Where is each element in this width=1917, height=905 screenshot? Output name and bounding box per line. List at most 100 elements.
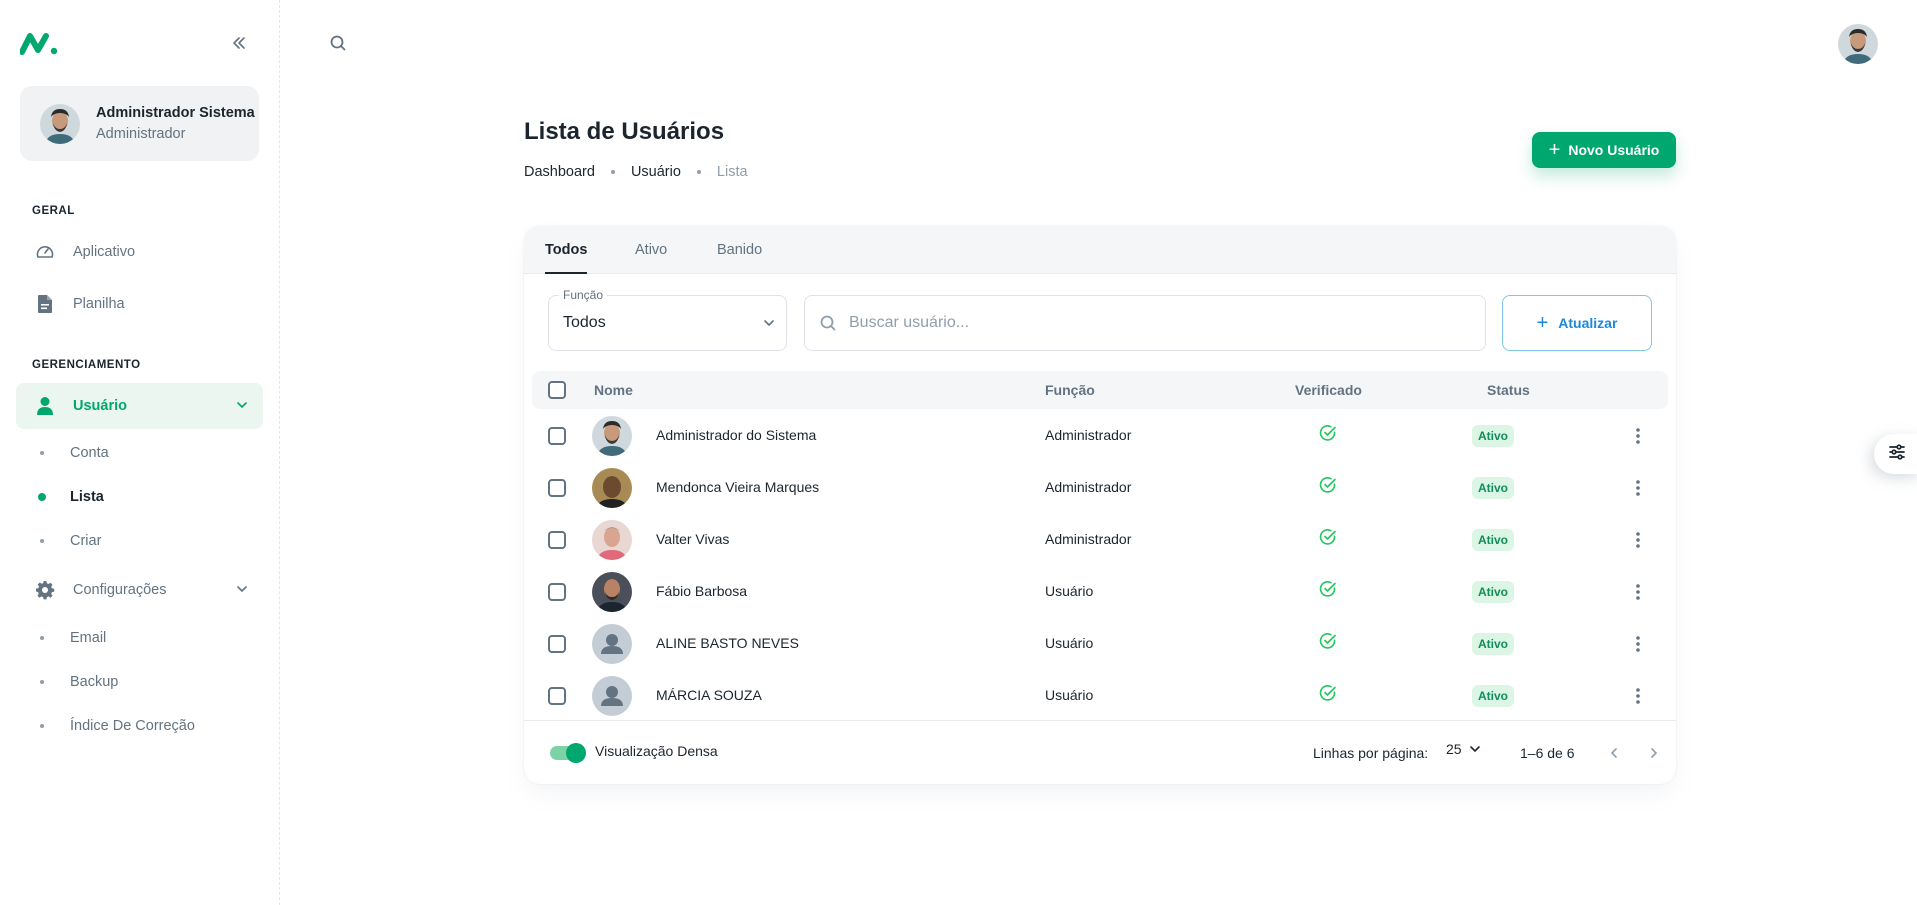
section-title-management: GERENCIAMENTO: [32, 359, 141, 371]
search-icon: [819, 314, 837, 332]
tab-all[interactable]: Todos: [545, 226, 588, 274]
user-role: Usuário: [1045, 583, 1094, 599]
header-status[interactable]: Status: [1487, 382, 1530, 398]
sub-item-list[interactable]: Lista: [16, 477, 263, 517]
header-role[interactable]: Função: [1045, 382, 1095, 398]
account-card[interactable]: Administrador Sistema Administrador: [20, 86, 259, 161]
table-footer: Visualização Densa Linhas por página: 25…: [524, 720, 1676, 784]
settings-drawer-button[interactable]: [1874, 434, 1917, 474]
bullet-dot: [40, 539, 44, 543]
verified-check-icon: [1319, 632, 1337, 655]
row-checkbox[interactable]: [548, 531, 566, 549]
user-name: Mendonca Vieira Marques: [656, 479, 820, 495]
status-badge: Ativo: [1472, 477, 1514, 499]
breadcrumb-list: Lista: [716, 164, 748, 180]
breadcrumb-dashboard[interactable]: Dashboard: [524, 164, 595, 180]
chevron-down-icon: [235, 582, 249, 601]
rows-per-page-select[interactable]: 25: [1446, 741, 1482, 757]
breadcrumb: Dashboard Usuário Lista: [524, 164, 748, 180]
sub-item-account[interactable]: Conta: [16, 433, 263, 473]
user-name: Administrador do Sistema: [656, 427, 817, 443]
user-role: Administrador: [1045, 427, 1132, 443]
user-avatar: [592, 416, 632, 456]
chevron-left-icon[interactable]: [1602, 741, 1626, 765]
search-icon[interactable]: [325, 30, 351, 56]
more-vertical-icon[interactable]: [1624, 474, 1652, 502]
tab-banned[interactable]: Banido: [717, 226, 762, 274]
user-name: Fábio Barbosa: [656, 583, 748, 599]
row-checkbox[interactable]: [548, 427, 566, 445]
status-tabs: Todos Ativo Banido: [524, 226, 1676, 274]
role-filter-legend: Função: [559, 288, 608, 302]
account-name: Administrador Sistema: [96, 105, 255, 121]
sub-label-create: Criar: [70, 533, 102, 549]
plus-icon: +: [1536, 312, 1549, 334]
pagination-range: 1–6 de 6: [1520, 745, 1575, 761]
rows-per-page-value: 25: [1446, 741, 1462, 757]
header-user-avatar[interactable]: [1838, 24, 1878, 64]
user-role: Administrador: [1045, 479, 1132, 495]
chevron-right-icon[interactable]: [1642, 741, 1666, 765]
account-avatar: [40, 103, 80, 144]
bullet-dot-active: [38, 493, 46, 501]
table-row[interactable]: Mendonca Vieira Marques Administrador At…: [532, 462, 1668, 514]
chevron-down-icon: [235, 398, 249, 417]
sidebar: Administrador Sistema Administrador GERA…: [0, 0, 280, 905]
row-checkbox[interactable]: [548, 687, 566, 705]
table-row[interactable]: ALINE BASTO NEVES Usuário Ativo: [532, 618, 1668, 670]
more-vertical-icon[interactable]: [1624, 682, 1652, 710]
brand-logo[interactable]: [19, 30, 60, 56]
user-role: Administrador: [1045, 531, 1132, 547]
users-card: Todos Ativo Banido Função Todos + Atuali…: [524, 226, 1676, 784]
role-filter-select[interactable]: Função Todos: [548, 288, 787, 351]
row-checkbox[interactable]: [548, 583, 566, 601]
user-avatar: [592, 520, 632, 560]
user-search-input[interactable]: [849, 314, 1449, 332]
new-user-button[interactable]: + Novo Usuário: [1532, 132, 1676, 168]
collapse-sidebar-icon[interactable]: [226, 30, 252, 56]
table-row[interactable]: Administrador do Sistema Administrador A…: [532, 410, 1668, 462]
refresh-label: Atualizar: [1558, 315, 1618, 331]
user-name: ALINE BASTO NEVES: [656, 635, 799, 651]
sub-item-backup[interactable]: Backup: [16, 662, 263, 702]
dense-toggle[interactable]: [548, 741, 586, 763]
nav-item-settings[interactable]: Configurações: [16, 567, 263, 613]
table-row[interactable]: MÁRCIA SOUZA Usuário Ativo: [532, 670, 1668, 722]
sub-item-email[interactable]: Email: [16, 618, 263, 658]
chevron-down-icon: [1468, 742, 1482, 756]
header-name[interactable]: Nome: [594, 382, 633, 398]
user-avatar: [592, 468, 632, 508]
bullet-dot: [40, 724, 44, 728]
header-verified[interactable]: Verificado: [1295, 382, 1362, 398]
refresh-button[interactable]: + Atualizar: [1502, 295, 1652, 351]
default-avatar-icon: [592, 624, 632, 664]
chevron-down-icon: [762, 316, 776, 335]
user-search-field[interactable]: [804, 295, 1486, 351]
select-all-checkbox[interactable]: [548, 381, 566, 399]
dashboard-gauge-icon: [34, 241, 56, 263]
sub-label-email: Email: [70, 630, 107, 646]
user-icon: [34, 395, 56, 417]
row-checkbox[interactable]: [548, 479, 566, 497]
sub-item-create[interactable]: Criar: [16, 521, 263, 561]
user-name: MÁRCIA SOUZA: [656, 687, 762, 703]
sub-item-correction-index[interactable]: Índice De Correção: [16, 706, 263, 746]
table-row[interactable]: Fábio Barbosa Usuário Ativo: [532, 566, 1668, 618]
section-title-general: GERAL: [32, 205, 75, 217]
more-vertical-icon[interactable]: [1624, 422, 1652, 450]
more-vertical-icon[interactable]: [1624, 578, 1652, 606]
rows-per-page-label: Linhas por página:: [1313, 745, 1429, 761]
more-vertical-icon[interactable]: [1624, 526, 1652, 554]
breadcrumb-separator: [610, 170, 615, 174]
more-vertical-icon[interactable]: [1624, 630, 1652, 658]
nav-item-app[interactable]: Aplicativo: [16, 229, 263, 275]
table-row[interactable]: Valter Vivas Administrador Ativo: [532, 514, 1668, 566]
user-avatar: [592, 572, 632, 612]
nav-item-sheet[interactable]: Planilha: [16, 281, 263, 327]
bullet-dot: [40, 680, 44, 684]
verified-check-icon: [1319, 684, 1337, 707]
breadcrumb-user[interactable]: Usuário: [631, 164, 681, 180]
row-checkbox[interactable]: [548, 635, 566, 653]
tab-active[interactable]: Ativo: [635, 226, 667, 274]
nav-item-user[interactable]: Usuário: [16, 383, 263, 429]
